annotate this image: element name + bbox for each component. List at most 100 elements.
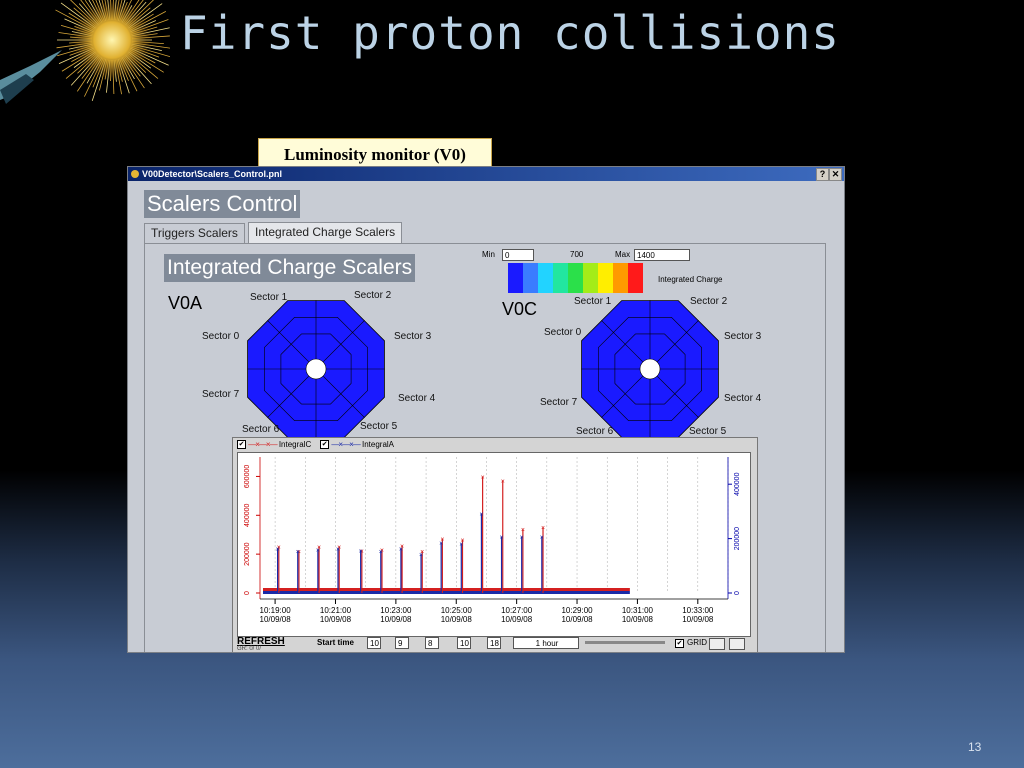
plot-legend: ✔ —×—×— IntegralC ✔ —×—×— IntegralA: [237, 440, 395, 450]
start-month-input[interactable]: 9: [395, 637, 409, 649]
grid-checkbox[interactable]: ✔: [675, 639, 684, 648]
color-scale-bar: [508, 263, 643, 293]
y-right-tick-label: 400000: [734, 472, 741, 495]
color-scale-swatch: [538, 263, 553, 293]
integrala-marker: ×: [296, 549, 300, 556]
y-right-tick-label: 200000: [734, 527, 741, 550]
v0a-sector-0: Sector 0: [202, 331, 240, 342]
scale-legend-label: Integrated Charge: [658, 275, 723, 284]
integrala-marker: ×: [379, 549, 383, 556]
v0c-sector-3: Sector 3: [724, 331, 762, 342]
scale-min-input[interactable]: 0: [502, 249, 534, 261]
integrala-swatch: —×—×—: [331, 440, 360, 449]
integralc-checkbox[interactable]: ✔: [237, 440, 246, 450]
y-left-tick-label: 600000: [244, 465, 251, 488]
integrala-marker: ×: [336, 546, 340, 553]
color-scale-swatch: [508, 263, 523, 293]
tab-triggers-scalers[interactable]: Triggers Scalers: [144, 223, 245, 243]
integralc-marker: ×: [541, 525, 545, 532]
y-left-tick-label: 400000: [244, 504, 251, 527]
table-icon[interactable]: [709, 638, 725, 650]
y-left-tick-label: 0: [244, 591, 251, 595]
color-scale-swatch: [613, 263, 628, 293]
v0c-ring-diagram: [581, 300, 719, 438]
x-tick-time-label: 10:25:00: [441, 606, 473, 615]
scalers-title: Integrated Charge Scalers: [164, 254, 416, 282]
slide-title: First proton collisions: [180, 6, 840, 60]
integrala-marker: ×: [359, 548, 363, 555]
color-scale-swatch: [583, 263, 598, 293]
integralc-marker: ×: [501, 478, 505, 485]
panel-title: Scalers Control: [144, 190, 301, 218]
integrala-label: IntegralA: [361, 440, 395, 449]
x-tick-time-label: 10:27:00: [501, 606, 533, 615]
v0a-label: V0A: [168, 293, 203, 313]
integrala-marker: ×: [540, 535, 544, 542]
v0c-sector-7: Sector 7: [540, 397, 578, 408]
y-left-tick-label: 200000: [244, 542, 251, 565]
y-right-tick-label: 0: [734, 591, 741, 595]
time-slider[interactable]: [585, 641, 665, 644]
plot-status: GR: 0/ 0/: [237, 646, 262, 652]
scalers-control-window: V00Detector\Scalers_Control.pnl ? ✕ Scal…: [127, 166, 845, 653]
v0a-sector-4: Sector 4: [398, 393, 436, 404]
start-day-input[interactable]: 10: [367, 637, 381, 649]
v0c-sector-1: Sector 1: [574, 296, 612, 307]
color-scale-swatch: [568, 263, 583, 293]
start-time-label: Start time: [317, 638, 354, 647]
x-tick-date-label: 10/09/08: [501, 615, 533, 624]
close-button[interactable]: ✕: [829, 168, 842, 181]
v0a-sector-1: Sector 1: [250, 292, 288, 303]
x-tick-date-label: 10/09/08: [561, 615, 593, 624]
v0a-sector-3: Sector 3: [394, 331, 432, 342]
v0c-sector-2: Sector 2: [690, 296, 728, 307]
page-number: 13: [968, 740, 982, 754]
x-tick-time-label: 10:29:00: [561, 606, 593, 615]
color-scale-swatch: [628, 263, 643, 293]
period-select[interactable]: 1 hour: [513, 637, 579, 649]
x-tick-time-label: 10:31:00: [622, 606, 654, 615]
start-minute-input[interactable]: 18: [487, 637, 501, 649]
start-year-input[interactable]: 8: [425, 637, 439, 649]
x-tick-date-label: 10/09/08: [260, 615, 292, 624]
ring-hole: [305, 358, 327, 380]
x-tick-time-label: 10:23:00: [380, 606, 412, 615]
x-tick-date-label: 10/09/08: [320, 615, 352, 624]
help-button[interactable]: ?: [816, 168, 829, 181]
collision-logo: [0, 0, 170, 104]
color-scale-swatch: [523, 263, 538, 293]
window-title: V00Detector\Scalers_Control.pnl: [142, 169, 283, 179]
scale-max-input[interactable]: 1400: [634, 249, 690, 261]
integrala-marker: ×: [439, 540, 443, 547]
integralc-swatch: —×—×—: [248, 440, 277, 449]
v0a-sector-2: Sector 2: [354, 290, 392, 301]
ring-hole: [639, 358, 661, 380]
integrala-marker: ×: [399, 546, 403, 553]
x-tick-time-label: 10:21:00: [320, 606, 352, 615]
x-tick-date-label: 10/09/08: [622, 615, 654, 624]
start-hour-input[interactable]: 10: [457, 637, 471, 649]
integrala-marker: ×: [500, 535, 504, 542]
v0a-sector-6: Sector 6: [242, 424, 280, 435]
x-tick-time-label: 10:33:00: [682, 606, 714, 615]
integrala-marker: ×: [479, 511, 483, 518]
v0c-sector-5: Sector 5: [689, 426, 727, 437]
integrala-checkbox[interactable]: ✔: [320, 440, 330, 450]
copy-icon[interactable]: [729, 638, 745, 650]
v0c-sector-0: Sector 0: [544, 327, 582, 338]
v0c-label: V0C: [502, 299, 538, 319]
tab-integrated-charge-scalers[interactable]: Integrated Charge Scalers: [248, 222, 403, 243]
x-tick-date-label: 10/09/08: [441, 615, 473, 624]
x-tick-date-label: 10/09/08: [380, 615, 412, 624]
v0c-sector-4: Sector 4: [724, 393, 762, 404]
integrala-marker: ×: [459, 541, 463, 548]
trend-plot-window: ✔ —×—×— IntegralC ✔ —×—×— IntegralA 0 200…: [232, 437, 758, 652]
integrala-marker: ×: [419, 552, 423, 559]
v0a-sector-5: Sector 5: [360, 421, 398, 432]
scale-mid-label: 700: [570, 250, 584, 259]
color-scale-swatch: [598, 263, 613, 293]
v0c-sector-6: Sector 6: [576, 426, 614, 437]
integralc-label: IntegralC: [278, 440, 312, 449]
window-titlebar: V00Detector\Scalers_Control.pnl ? ✕: [128, 167, 844, 181]
grid-label: GRID: [687, 638, 707, 647]
